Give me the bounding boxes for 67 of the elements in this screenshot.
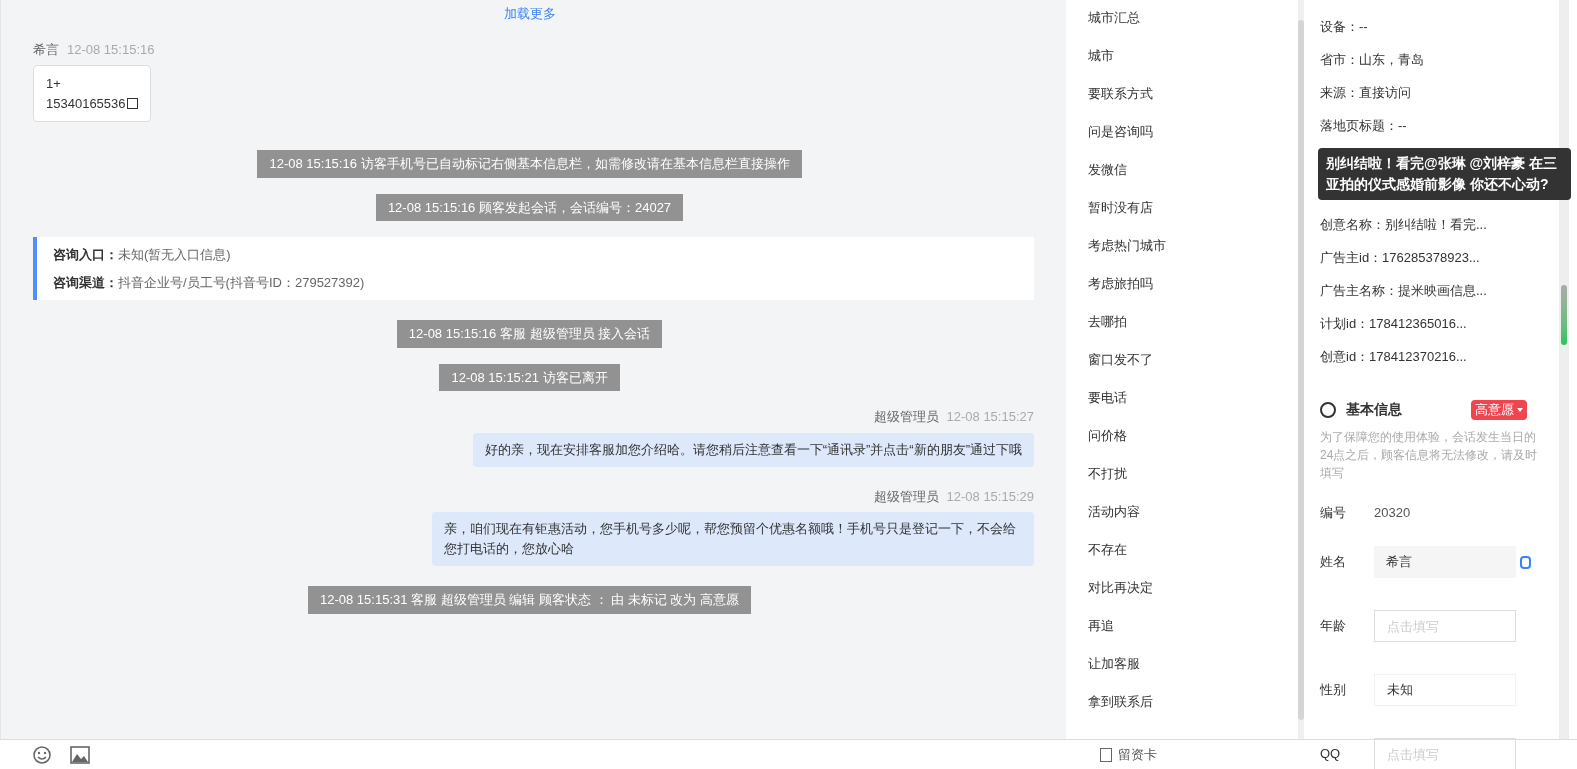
entry-label: 咨询入口： — [53, 246, 118, 264]
notice-text: 为了保障您的使用体验，会话发生当日的24点之后，顾客信息将无法修改，请及时填写 — [1320, 429, 1539, 482]
message-text: 1+ — [46, 75, 61, 93]
message-text: 15340165536 — [46, 94, 126, 113]
quick-reply-item[interactable]: 再追 — [1088, 614, 1298, 652]
field-value: 20320 — [1374, 504, 1411, 523]
sender-name: 超级管理员 — [873, 408, 939, 426]
info-row-text: 创意id：178412370216... — [1320, 348, 1468, 366]
quick-reply-item[interactable]: 对比再决定 — [1088, 576, 1298, 614]
tooltip: 别纠结啦！看完@张琳 @刘梓豪 在三亚拍的仪式感婚前影像 你还不心动? — [1318, 148, 1571, 200]
info-row-text: 省市：山东，青岛 — [1320, 51, 1425, 69]
quick-reply-item[interactable]: 让加客服 — [1088, 652, 1298, 690]
input-field[interactable]: 希言 — [1374, 546, 1516, 578]
field-label: 编号 — [1320, 504, 1347, 523]
info-row-text: 创意名称：别纠结啦！看完... — [1320, 216, 1488, 234]
caret-icon — [1517, 407, 1523, 412]
quick-reply-item[interactable]: 城市汇总 — [1088, 6, 1298, 44]
card-icon — [1100, 747, 1112, 762]
info-row-text: 广告主名称：提米映画信息... — [1320, 282, 1488, 300]
load-more-link[interactable]: 加载更多 — [503, 4, 556, 24]
message-bubble: 亲，咱们现在有钜惠活动，您手机号多少呢，帮您预留个优惠名额哦！手机号只是登记一下，不会给您打电话的，您放心哈 — [432, 512, 1034, 566]
info-row-text: 设备：-- — [1320, 18, 1369, 36]
message-time: 12-08 15:15:27 — [946, 408, 1034, 426]
info-row-text: 计划id：178412365016... — [1320, 315, 1468, 333]
system-notice: 12-08 15:15:31 客服 超级管理员 编辑 顾客状态 ： 由 未标记 改为 高意愿 — [308, 586, 751, 614]
entry-value: 未知(暂无入口信息) — [118, 246, 231, 264]
info-row-text: 广告主id：176285378923... — [1320, 249, 1481, 267]
card-button[interactable]: 留资卡 — [1100, 744, 1157, 765]
quick-reply-item[interactable]: 发微信 — [1088, 158, 1298, 196]
quick-reply-item[interactable]: 窗口发不了 — [1088, 348, 1298, 386]
quick-reply-item[interactable]: 去哪拍 — [1088, 310, 1298, 348]
quick-reply-item[interactable]: 问是咨询吗 — [1088, 120, 1298, 158]
section-title: 基本信息 — [1346, 400, 1402, 419]
image-icon[interactable] — [70, 745, 90, 764]
select-field[interactable]: 未知 — [1374, 674, 1516, 706]
system-notice: 12-08 15:15:16 访客手机号已自动标记右侧基本信息栏，如需修改请在基本信息栏直接操作 — [257, 150, 802, 178]
quick-reply-item[interactable]: 要联系方式 — [1088, 82, 1298, 120]
emoji-icon[interactable] — [32, 744, 52, 765]
quick-reply-item[interactable]: 考虑热门城市 — [1088, 234, 1298, 272]
sender-name: 超级管理员 — [873, 487, 939, 506]
entry-label: 咨询渠道： — [53, 273, 118, 292]
quick-reply-item[interactable]: 活动内容 — [1088, 500, 1298, 538]
message-bubble: 好的亲，现在安排客服加您介绍哈。请您稍后注意查看一下“通讯录”并点击“新的朋友”通过下哦 — [472, 432, 1034, 467]
message-time: 12-08 15:15:16 — [67, 40, 155, 59]
field-label: QQ — [1320, 745, 1342, 764]
quick-reply-item[interactable]: 拿到联系后 — [1088, 690, 1298, 728]
quick-reply-item[interactable]: 问价格 — [1088, 424, 1298, 462]
copy-icon[interactable] — [126, 97, 138, 109]
quick-reply-item[interactable]: 城市 — [1088, 44, 1298, 82]
quick-reply-item[interactable]: 要电话 — [1088, 386, 1298, 424]
info-row-text: 落地页标题：-- — [1320, 117, 1408, 135]
status-dropdown[interactable]: 高意愿 — [1471, 399, 1527, 420]
quick-reply-item[interactable]: 不打扰 — [1088, 462, 1298, 500]
info-row-text: 来源：直接访问 — [1320, 84, 1412, 102]
message-time: 12-08 15:15:29 — [946, 487, 1034, 506]
system-notice: 12-08 15:15:21 访客已离开 — [439, 363, 620, 391]
field-label: 性别 — [1320, 681, 1347, 700]
user-icon — [1320, 401, 1336, 418]
system-notice: 12-08 15:15:16 客服 超级管理员 接入会话 — [396, 320, 663, 348]
field-label: 年龄 — [1320, 617, 1347, 636]
entry-value: 抖音企业号/员工号(抖音号ID：279527392) — [118, 273, 365, 292]
sender-name: 希言 — [33, 40, 59, 59]
field-label: 姓名 — [1320, 553, 1347, 572]
system-notice: 12-08 15:15:16 顾客发起会话，会话编号：24027 — [375, 193, 684, 221]
quick-reply-item[interactable]: 不存在 — [1088, 538, 1298, 576]
quick-reply-item[interactable]: 考虑旅拍吗 — [1088, 272, 1298, 310]
quick-reply-item[interactable]: 暂时没有店 — [1088, 196, 1298, 234]
